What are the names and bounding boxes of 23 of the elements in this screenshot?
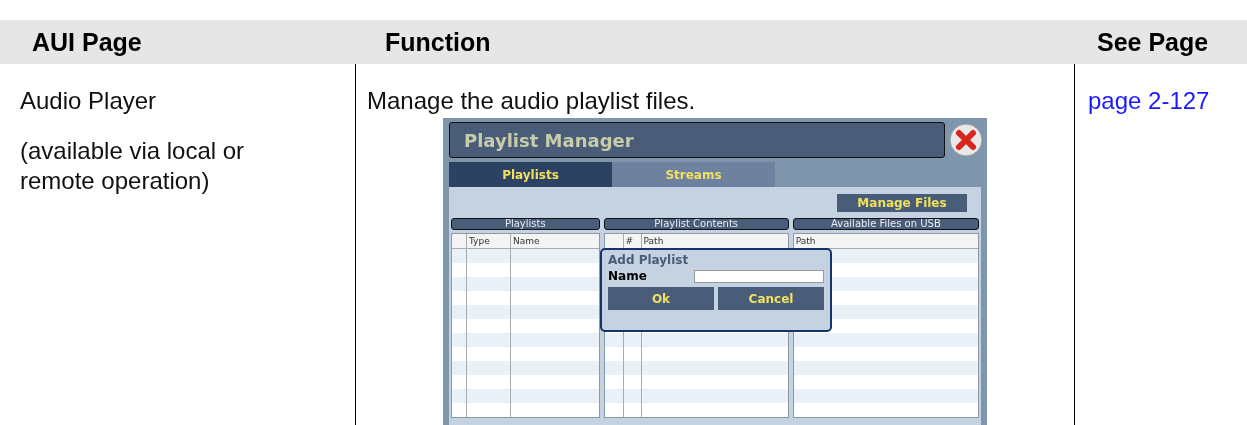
- page-link[interactable]: page 2-127: [1088, 86, 1210, 116]
- dialog-title: Add Playlist: [608, 253, 690, 267]
- grid-column-header: Type: [466, 234, 510, 248]
- column-header: Function: [384, 27, 492, 57]
- dialog-button[interactable]: Cancel: [718, 287, 824, 310]
- panel-header: Playlists: [451, 218, 600, 230]
- name-field[interactable]: [694, 269, 824, 283]
- function-description: Manage the audio playlist files.: [367, 86, 696, 116]
- column-header: See Page: [1096, 27, 1210, 57]
- window-title: Playlist Manager: [464, 129, 634, 151]
- tab[interactable]: Streams: [612, 162, 775, 187]
- dialog-button[interactable]: Ok: [608, 287, 714, 310]
- grid-column-header: Path: [794, 235, 817, 248]
- panel-header: Playlist Contents: [603, 218, 789, 230]
- column-header: AUI Page: [31, 27, 143, 57]
- panel-header: Available Files on USB: [792, 218, 979, 230]
- tab[interactable]: Playlists: [449, 162, 612, 187]
- availability-note: (available via local or remote operation): [20, 136, 246, 196]
- page-name: Audio Player: [20, 86, 157, 116]
- field-label: Name: [608, 269, 647, 283]
- manage-files-button[interactable]: Manage Files: [837, 194, 967, 212]
- grid-column-header: Name: [510, 234, 599, 248]
- close-icon[interactable]: [949, 123, 983, 157]
